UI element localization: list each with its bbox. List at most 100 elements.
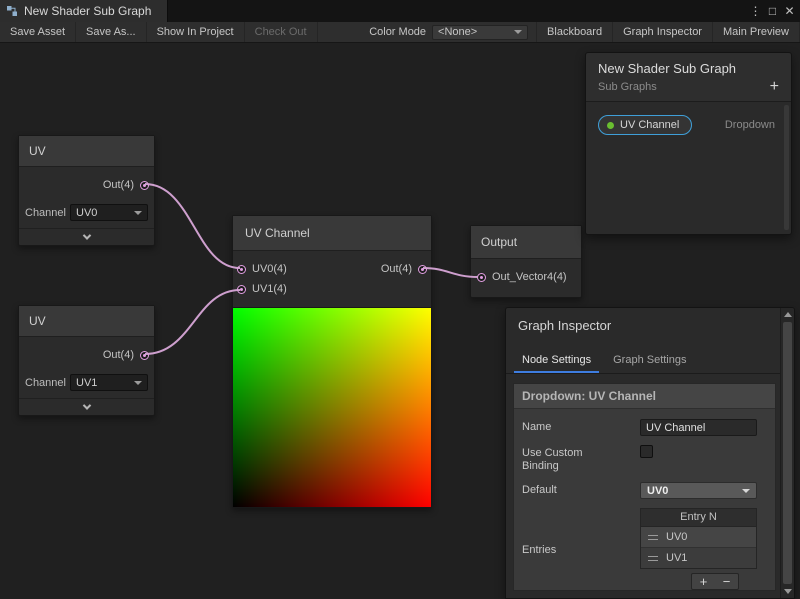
main-preview-toggle-button[interactable]: Main Preview bbox=[713, 22, 800, 42]
entry-value: UV0 bbox=[666, 531, 687, 543]
sub-graph-icon bbox=[6, 5, 18, 17]
port-label: Out(4) bbox=[103, 179, 134, 191]
remove-entry-button[interactable]: − bbox=[715, 574, 738, 589]
default-dropdown[interactable]: UV0 bbox=[640, 482, 757, 499]
entries-label: Entries bbox=[522, 542, 640, 556]
entries-list: Entry N UV0 UV1 bbox=[640, 508, 757, 569]
node-title[interactable]: UV bbox=[19, 306, 154, 337]
save-asset-button[interactable]: Save Asset bbox=[0, 22, 76, 42]
blackboard-item-name: UV Channel bbox=[620, 119, 679, 131]
entries-list-footer: + − bbox=[640, 573, 757, 590]
entry-row[interactable]: UV0 bbox=[641, 527, 756, 547]
graph-inspector-panel[interactable]: Graph Inspector Node Settings Graph Sett… bbox=[505, 307, 795, 599]
use-custom-binding-checkbox[interactable] bbox=[640, 445, 653, 458]
inspector-scrollbar[interactable] bbox=[780, 308, 794, 598]
close-icon[interactable]: ✕ bbox=[781, 0, 798, 22]
input-port-uv1[interactable] bbox=[237, 285, 246, 294]
add-property-button[interactable]: + bbox=[770, 80, 779, 94]
channel-dropdown[interactable]: UV0 bbox=[70, 204, 148, 221]
port-label: Out(4) bbox=[103, 349, 134, 361]
blackboard-panel[interactable]: New Shader Sub Graph Sub Graphs + UV Cha… bbox=[585, 52, 792, 235]
blackboard-title: New Shader Sub Graph bbox=[598, 61, 779, 76]
output-port-row: Out(4) bbox=[19, 167, 154, 202]
entry-row[interactable]: UV1 bbox=[641, 547, 756, 568]
blackboard-scrollbar[interactable] bbox=[784, 105, 789, 230]
name-input[interactable] bbox=[640, 419, 757, 436]
binding-field-row: Use Custom Binding bbox=[522, 445, 767, 473]
chevron-down-icon bbox=[82, 401, 90, 409]
collapse-toggle[interactable] bbox=[19, 398, 154, 415]
color-mode-dropdown[interactable]: <None> bbox=[432, 25, 528, 40]
edge-uv1-to-channel bbox=[145, 290, 240, 354]
scroll-thumb[interactable] bbox=[783, 322, 792, 584]
channel-control-row: Channel UV1 bbox=[19, 372, 154, 398]
inspector-title: Graph Inspector bbox=[506, 308, 794, 348]
blackboard-subtitle: Sub Graphs bbox=[598, 81, 779, 93]
tab-title: New Shader Sub Graph bbox=[24, 4, 151, 18]
add-entry-button[interactable]: + bbox=[692, 574, 715, 589]
show-in-project-button[interactable]: Show In Project bbox=[147, 22, 245, 42]
port-area: UV0(4) UV1(4) Out(4) bbox=[233, 251, 431, 307]
tab-graph-settings[interactable]: Graph Settings bbox=[603, 348, 696, 373]
blackboard-toggle-button[interactable]: Blackboard bbox=[536, 22, 613, 42]
input-port-uv0[interactable] bbox=[237, 265, 246, 274]
name-label: Name bbox=[522, 419, 640, 436]
collapse-toggle[interactable] bbox=[19, 228, 154, 245]
graph-inspector-toggle-button[interactable]: Graph Inspector bbox=[613, 22, 713, 42]
default-label: Default bbox=[522, 482, 640, 499]
drag-handle-icon[interactable] bbox=[648, 556, 658, 561]
scroll-up-icon[interactable] bbox=[784, 312, 792, 317]
default-value: UV0 bbox=[647, 485, 668, 497]
node-title[interactable]: Output bbox=[471, 226, 581, 259]
name-field-row: Name bbox=[522, 419, 767, 436]
default-field-row: Default UV0 bbox=[522, 482, 767, 499]
input-port[interactable] bbox=[477, 273, 486, 282]
document-tab[interactable]: New Shader Sub Graph bbox=[0, 0, 168, 22]
uv-node-2[interactable]: UV Out(4) Channel UV1 bbox=[18, 305, 155, 416]
check-out-button: Check Out bbox=[245, 22, 318, 42]
node-title[interactable]: UV Channel bbox=[233, 216, 431, 251]
blackboard-item-uv-channel[interactable]: UV Channel bbox=[598, 115, 692, 135]
node-title[interactable]: UV bbox=[19, 136, 154, 167]
dropdown-arrow-icon bbox=[514, 30, 522, 34]
uv-gradient-preview bbox=[233, 307, 431, 507]
entry-value: UV1 bbox=[666, 552, 687, 564]
uv-channel-node[interactable]: UV Channel UV0(4) UV1(4) Out(4) bbox=[232, 215, 432, 508]
color-mode-label: Color Mode bbox=[369, 26, 426, 38]
inspector-tabs: Node Settings Graph Settings bbox=[506, 348, 794, 374]
input-port-row: Out_Vector4(4) bbox=[471, 259, 581, 297]
channel-value: UV1 bbox=[76, 377, 97, 389]
section-header: Dropdown: UV Channel bbox=[514, 384, 775, 409]
exposed-dot-icon bbox=[607, 122, 614, 129]
edge-uv0-to-channel bbox=[145, 184, 240, 268]
entries-list-header: Entry N bbox=[641, 509, 756, 527]
channel-dropdown[interactable]: UV1 bbox=[70, 374, 148, 391]
tab-node-settings[interactable]: Node Settings bbox=[512, 348, 601, 373]
blackboard-item-row: UV Channel Dropdown bbox=[586, 102, 791, 135]
menu-icon[interactable]: ⋮ bbox=[747, 0, 764, 22]
window-controls: ⋮ □ ✕ bbox=[747, 0, 800, 22]
shader-graph-window: New Shader Sub Graph ⋮ □ ✕ Save Asset Sa… bbox=[0, 0, 800, 599]
scroll-down-icon[interactable] bbox=[784, 589, 792, 594]
entries-field-row: Entries Entry N UV0 UV1 bbox=[522, 508, 767, 590]
channel-label: Channel bbox=[25, 377, 67, 389]
use-custom-binding-label: Use Custom Binding bbox=[522, 447, 602, 473]
color-mode-group: Color Mode <None> bbox=[361, 22, 536, 42]
port-label: UV1(4) bbox=[252, 283, 287, 295]
dropdown-arrow-icon bbox=[742, 489, 750, 493]
maximize-icon[interactable]: □ bbox=[764, 0, 781, 22]
output-node[interactable]: Output Out_Vector4(4) bbox=[470, 225, 582, 298]
port-label: UV0(4) bbox=[252, 263, 287, 275]
output-port[interactable] bbox=[418, 265, 427, 274]
channel-label: Channel bbox=[25, 207, 67, 219]
input-ports: UV0(4) UV1(4) bbox=[233, 259, 287, 299]
save-as-button[interactable]: Save As... bbox=[76, 22, 147, 42]
uv-node-1[interactable]: UV Out(4) Channel UV0 bbox=[18, 135, 155, 246]
toolbar: Save Asset Save As... Show In Project Ch… bbox=[0, 22, 800, 43]
title-bar: New Shader Sub Graph ⋮ □ ✕ bbox=[0, 0, 800, 22]
channel-value: UV0 bbox=[76, 207, 97, 219]
color-mode-value: <None> bbox=[438, 26, 477, 38]
drag-handle-icon[interactable] bbox=[648, 535, 658, 540]
output-port[interactable] bbox=[140, 351, 149, 360]
output-port[interactable] bbox=[140, 181, 149, 190]
